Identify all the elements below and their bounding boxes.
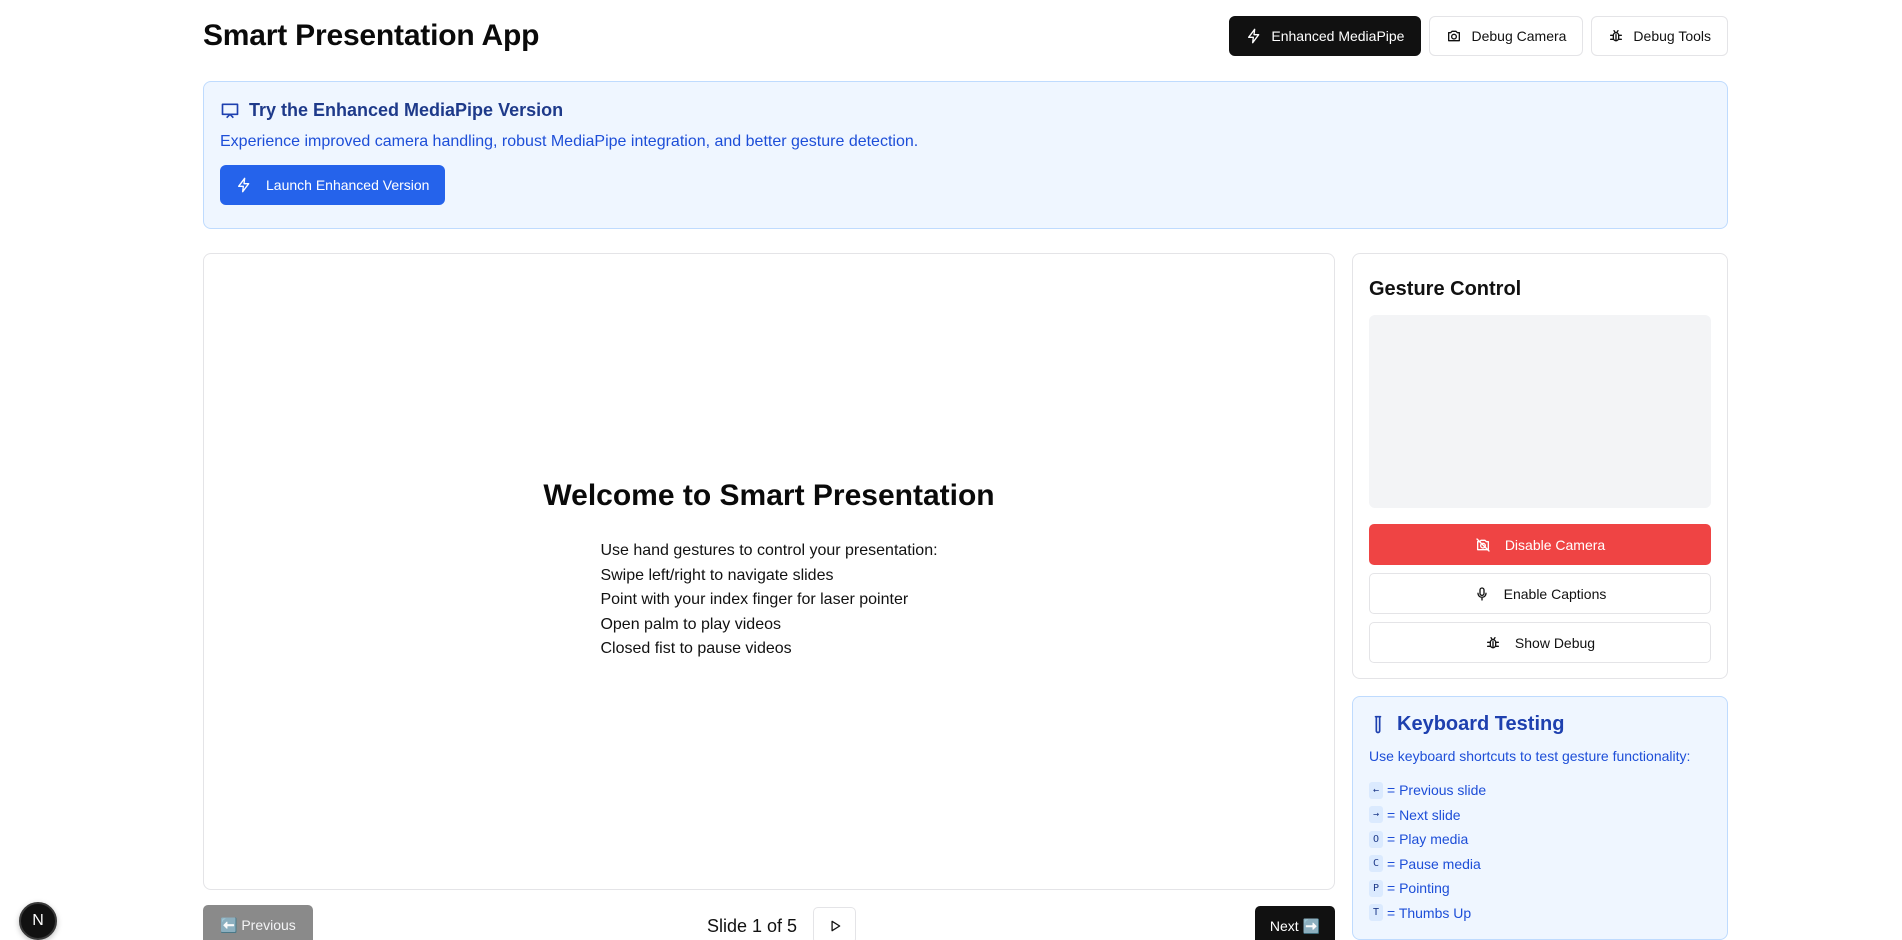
shortcut-key: C [1369, 855, 1383, 873]
enable-captions-label: Enable Captions [1503, 585, 1607, 602]
lightning-icon [1248, 28, 1260, 44]
enhanced-version-banner: Try the Enhanced MediaPipe Version Exper… [203, 81, 1728, 229]
shortcut-key: P [1369, 879, 1383, 897]
camera-preview [1369, 315, 1711, 508]
slide-line: Open palm to play videos [600, 615, 781, 633]
shortcut-item: T = Thumbs Up [1369, 901, 1711, 926]
keyboard-testing-panel: Keyboard Testing Use keyboard shortcuts … [1352, 696, 1728, 940]
enable-captions-button[interactable]: Enable Captions [1369, 573, 1711, 614]
shortcut-item: C = Pause media [1369, 852, 1711, 877]
slide-line: Use hand gestures to control your presen… [600, 542, 938, 559]
disable-camera-label: Disable Camera [1504, 536, 1606, 553]
lightning-icon [238, 177, 250, 193]
presentation-icon [221, 103, 239, 118]
keyboard-testing-title: Keyboard Testing [1397, 713, 1565, 735]
gesture-control-title: Gesture Control [1369, 278, 1522, 300]
camera-icon [1448, 30, 1461, 42]
shortcut-action: = Thumbs Up [1387, 904, 1472, 921]
keyboard-testing-heading: Keyboard Testing [1369, 713, 1711, 736]
launch-enhanced-label: Launch Enhanced Version [266, 177, 430, 193]
slide-title: Welcome to Smart Presentation [543, 479, 995, 512]
camera-off-icon [1476, 537, 1490, 552]
shortcut-list: ← = Previous slide → = Next slide O = Play … [1369, 778, 1711, 925]
next-button[interactable]: Next ➡️ [1254, 906, 1335, 940]
debug-camera-button[interactable]: Debug Camera [1429, 16, 1584, 56]
slide-content: Welcome to Smart Presentation Use hand g… [204, 479, 1334, 662]
shortcut-key: ← [1369, 781, 1383, 799]
keyboard-testing-description: Use keyboard shortcuts to test gesture f… [1369, 748, 1691, 764]
microphone-icon [1476, 586, 1487, 601]
slide-viewer: Welcome to Smart Presentation Use hand g… [203, 253, 1335, 890]
show-debug-button[interactable]: Show Debug [1369, 622, 1711, 663]
shortcut-item: O = Play media [1369, 827, 1711, 852]
debug-tools-button[interactable]: Debug Tools [1591, 16, 1728, 56]
debug-camera-label: Debug Camera [1471, 28, 1567, 44]
disable-camera-button[interactable]: Disable Camera [1369, 524, 1711, 565]
banner-heading: Try the Enhanced MediaPipe Version [220, 100, 1711, 121]
play-button[interactable] [813, 907, 856, 940]
banner-title: Try the Enhanced MediaPipe Version [249, 100, 564, 120]
badge-letter: N [32, 912, 44, 929]
header: Smart Presentation App Enhanced MediaPip… [203, 16, 1728, 56]
shortcut-action: = Next slide [1387, 806, 1461, 823]
app-root: Smart Presentation App Enhanced MediaPip… [0, 0, 1902, 940]
shortcut-key: O [1369, 830, 1383, 848]
shortcut-action: = Previous slide [1387, 782, 1487, 799]
gesture-control-panel: Gesture Control Disable Camera Enable Ca… [1352, 253, 1728, 679]
shortcut-action: = Pause media [1387, 855, 1481, 872]
shortcut-action: = Play media [1387, 831, 1469, 848]
slide-counter: Slide 1 of 5 [707, 916, 798, 936]
banner-description: Experience improved camera handling, rob… [220, 133, 919, 150]
shortcut-key: → [1369, 806, 1383, 824]
shortcut-item: ← = Previous slide [1369, 778, 1711, 803]
slide-line: Point with your index finger for laser p… [600, 591, 909, 608]
framework-badge-button[interactable]: N [19, 902, 57, 940]
shortcut-item: P = Pointing [1369, 876, 1711, 901]
shortcut-action: = Pointing [1387, 880, 1450, 897]
test-tube-icon [1374, 715, 1382, 733]
slide-bullets: Use hand gestures to control your presen… [600, 539, 937, 662]
app-title: Smart Presentation App [203, 19, 540, 52]
header-actions: Enhanced MediaPipe Debug Camera Debug To… [1229, 16, 1728, 56]
shortcut-key: T [1369, 904, 1383, 922]
enhanced-mediapipe-label: Enhanced MediaPipe [1271, 28, 1405, 44]
launch-enhanced-button[interactable]: Launch Enhanced Version [220, 165, 446, 205]
debug-tools-label: Debug Tools [1633, 28, 1711, 44]
play-icon [830, 920, 840, 931]
previous-button[interactable]: ⬅️ Previous [203, 905, 313, 940]
shortcut-item: → = Next slide [1369, 803, 1711, 828]
bug-icon [1610, 30, 1623, 42]
slide-line: Closed fist to pause videos [600, 640, 792, 657]
slide-line: Swipe left/right to navigate slides [600, 566, 834, 584]
enhanced-mediapipe-button[interactable]: Enhanced MediaPipe [1229, 16, 1422, 56]
slide-navigation: ⬅️ Previous Slide 1 of 5 Next ➡️ [203, 905, 1335, 940]
bug-icon [1486, 636, 1499, 648]
show-debug-label: Show Debug [1514, 634, 1596, 651]
